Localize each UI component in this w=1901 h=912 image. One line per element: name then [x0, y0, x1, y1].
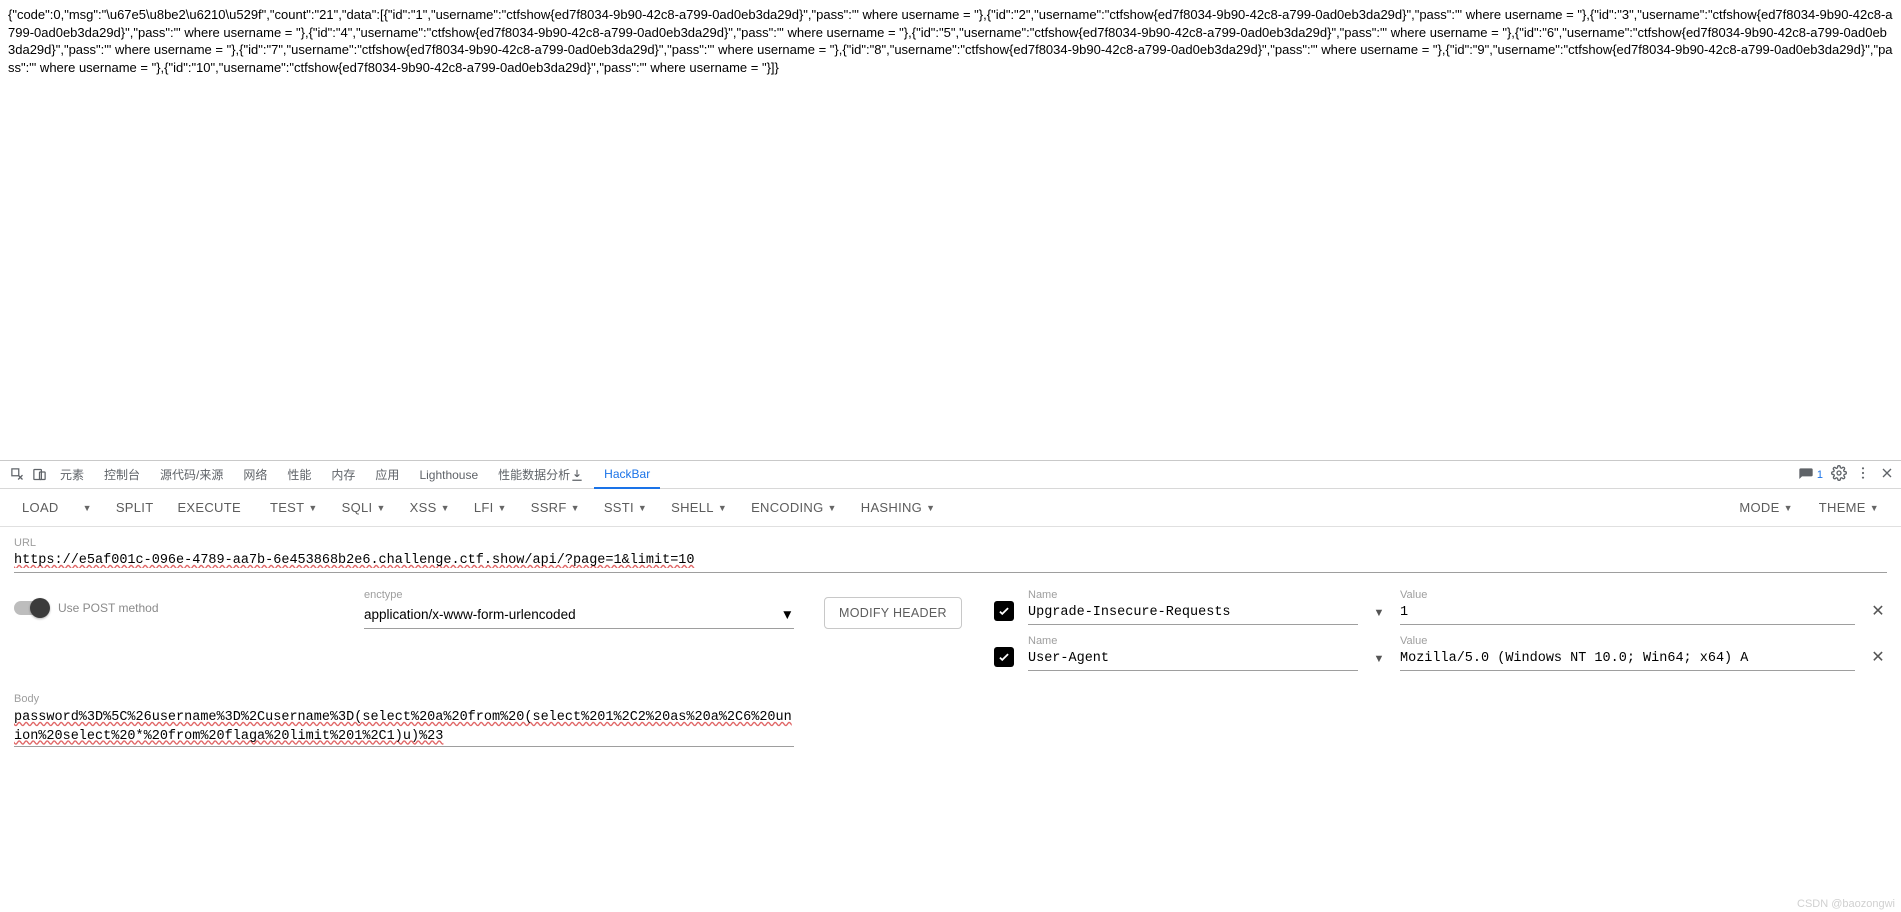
encoding-dropdown[interactable]: ENCODING▼	[741, 494, 847, 521]
mode-dropdown[interactable]: MODE▼	[1729, 494, 1802, 521]
header-value-label: Value	[1400, 589, 1855, 601]
header-name-label: Name	[1028, 589, 1358, 601]
devtools-panel: 元素 控制台 源代码/来源 网络 性能 内存 应用 Lighthouse 性能数…	[0, 460, 1901, 912]
inspect-icon[interactable]	[6, 464, 28, 486]
tab-application[interactable]: 应用	[365, 461, 409, 489]
tab-perf-monitor[interactable]: 性能数据分析	[488, 461, 594, 489]
lfi-dropdown[interactable]: LFI▼	[464, 494, 517, 521]
devtools-tabstrip: 元素 控制台 源代码/来源 网络 性能 内存 应用 Lighthouse 性能数…	[0, 461, 1901, 489]
enctype-label: enctype	[364, 589, 794, 601]
tab-elements[interactable]: 元素	[50, 461, 94, 489]
tab-performance[interactable]: 性能	[277, 461, 321, 489]
header-enabled-checkbox[interactable]	[994, 601, 1014, 621]
ssrf-dropdown[interactable]: SSRF▼	[521, 494, 590, 521]
header-value-label: Value	[1400, 635, 1855, 647]
page-response-area: {"code":0,"msg":"\u67e5\u8be2\u6210\u529…	[0, 0, 1901, 460]
header-name-input[interactable]	[1028, 649, 1358, 671]
enctype-value: application/x-www-form-urlencoded	[364, 607, 576, 622]
url-label: URL	[14, 537, 1887, 549]
test-dropdown[interactable]: TEST▼	[260, 494, 328, 521]
tab-network[interactable]: 网络	[233, 461, 277, 489]
chevron-down-icon[interactable]: ▼	[1372, 607, 1386, 619]
settings-icon[interactable]	[1831, 465, 1847, 484]
hackbar-toolbar: LOAD ▼ SPLIT EXECUTE TEST▼ SQLI▼ XSS▼ LF…	[0, 489, 1901, 527]
close-devtools-icon[interactable]	[1879, 465, 1895, 484]
theme-dropdown[interactable]: THEME▼	[1809, 494, 1889, 521]
use-post-label: Use POST method	[58, 601, 159, 615]
tab-perf-monitor-label: 性能数据分析	[498, 466, 570, 483]
load-dropdown[interactable]: ▼	[73, 497, 102, 519]
tab-hackbar[interactable]: HackBar	[594, 461, 660, 489]
issues-count: 1	[1817, 469, 1823, 481]
ssti-dropdown[interactable]: SSTI▼	[594, 494, 657, 521]
split-button[interactable]: SPLIT	[106, 494, 164, 521]
issues-badge[interactable]: 1	[1798, 467, 1823, 483]
header-name-input[interactable]	[1028, 603, 1358, 625]
shell-dropdown[interactable]: SHELL▼	[661, 494, 737, 521]
header-row: Name ▼ Value ✕	[994, 635, 1887, 671]
url-input[interactable]	[14, 551, 1887, 573]
body-label: Body	[14, 693, 794, 705]
header-name-label: Name	[1028, 635, 1358, 647]
chevron-down-icon[interactable]: ▼	[1372, 653, 1386, 665]
header-enabled-checkbox[interactable]	[994, 647, 1014, 667]
download-icon	[570, 468, 584, 482]
enctype-select[interactable]: application/x-www-form-urlencoded ▼	[364, 603, 794, 629]
modify-header-button[interactable]: MODIFY HEADER	[824, 597, 962, 629]
use-post-toggle[interactable]	[14, 601, 48, 615]
sqli-dropdown[interactable]: SQLI▼	[332, 494, 396, 521]
header-delete-icon[interactable]: ✕	[1869, 647, 1887, 667]
header-value-input[interactable]	[1400, 603, 1855, 625]
header-value-input[interactable]	[1400, 649, 1855, 671]
chevron-down-icon: ▼	[781, 607, 794, 622]
tab-lighthouse[interactable]: Lighthouse	[409, 461, 488, 489]
tab-console[interactable]: 控制台	[94, 461, 150, 489]
tab-memory[interactable]: 内存	[321, 461, 365, 489]
more-icon[interactable]	[1855, 465, 1871, 484]
header-row: Name ▼ Value ✕	[994, 589, 1887, 625]
body-input[interactable]	[14, 707, 794, 747]
load-button[interactable]: LOAD	[12, 494, 69, 521]
header-delete-icon[interactable]: ✕	[1869, 601, 1887, 621]
tab-sources[interactable]: 源代码/来源	[150, 461, 233, 489]
hackbar-body: URL Use POST method enctype application/…	[0, 527, 1901, 912]
hashing-dropdown[interactable]: HASHING▼	[851, 494, 946, 521]
xss-dropdown[interactable]: XSS▼	[400, 494, 460, 521]
execute-button[interactable]: EXECUTE	[167, 494, 251, 521]
device-toggle-icon[interactable]	[28, 464, 50, 486]
json-response-text: {"code":0,"msg":"\u67e5\u8be2\u6210\u529…	[8, 6, 1893, 76]
